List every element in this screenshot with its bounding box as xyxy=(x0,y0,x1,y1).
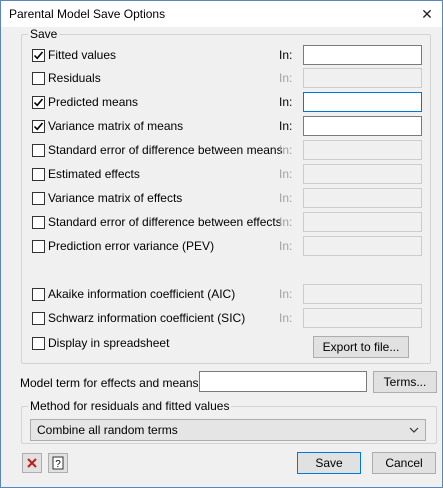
window-title: Parental Model Save Options xyxy=(9,7,166,21)
export-to-file-button[interactable]: Export to file... xyxy=(313,336,409,358)
clear-button[interactable] xyxy=(22,453,42,473)
method-select[interactable]: Combine all random terms xyxy=(30,419,426,441)
close-icon[interactable]: ✕ xyxy=(416,3,438,25)
save-in-input[interactable] xyxy=(303,116,422,136)
save-option-label: Standard error of difference between mea… xyxy=(48,143,283,157)
dialog-window: Parental Model Save Options ✕ Save Displ… xyxy=(0,0,443,488)
save-option-checkbox[interactable] xyxy=(32,168,45,181)
in-label: In: xyxy=(279,311,293,325)
in-label: In: xyxy=(279,95,293,109)
save-option-checkbox[interactable] xyxy=(32,240,45,253)
save-option-label: Predicted means xyxy=(48,95,139,109)
save-option-checkbox[interactable] xyxy=(32,192,45,205)
method-group-legend: Method for residuals and fitted values xyxy=(28,399,232,413)
in-label: In: xyxy=(279,191,293,205)
save-option-label: Variance matrix of means xyxy=(48,119,184,133)
save-option-label: Residuals xyxy=(48,71,101,85)
chevron-down-icon xyxy=(409,420,419,446)
save-in-input[interactable] xyxy=(303,92,422,112)
save-option-checkbox[interactable] xyxy=(32,72,45,85)
model-term-input[interactable] xyxy=(199,371,367,392)
save-in-input[interactable] xyxy=(303,284,422,304)
save-in-input[interactable] xyxy=(303,212,422,232)
method-select-value: Combine all random terms xyxy=(37,423,178,437)
title-bar: Parental Model Save Options ✕ xyxy=(1,1,442,27)
in-label: In: xyxy=(279,119,293,133)
in-label: In: xyxy=(279,71,293,85)
save-in-input[interactable] xyxy=(303,308,422,328)
save-button[interactable]: Save xyxy=(297,452,361,474)
save-in-input[interactable] xyxy=(303,188,422,208)
save-option-label: Schwarz information coefficient (SIC) xyxy=(48,311,246,325)
cancel-button[interactable]: Cancel xyxy=(372,452,436,474)
help-button[interactable]: ? xyxy=(48,453,68,473)
save-option-label: Variance matrix of effects xyxy=(48,191,183,205)
terms-button[interactable]: Terms... xyxy=(373,371,437,393)
save-in-input[interactable] xyxy=(303,236,422,256)
save-option-checkbox[interactable] xyxy=(32,49,45,62)
in-label: In: xyxy=(279,287,293,301)
save-in-input[interactable] xyxy=(303,140,422,160)
save-option-checkbox[interactable] xyxy=(32,120,45,133)
save-in-input[interactable] xyxy=(303,164,422,184)
save-option-checkbox[interactable] xyxy=(32,96,45,109)
save-option-checkbox[interactable] xyxy=(32,288,45,301)
save-in-input[interactable] xyxy=(303,45,422,65)
save-in-input[interactable] xyxy=(303,68,422,88)
clear-x-icon xyxy=(27,458,37,468)
save-option-checkbox[interactable] xyxy=(32,216,45,229)
save-option-checkbox[interactable] xyxy=(32,144,45,157)
in-label: In: xyxy=(279,239,293,253)
display-spreadsheet-checkbox[interactable] xyxy=(32,337,45,350)
save-option-label: Fitted values xyxy=(48,48,117,62)
save-option-label: Akaike information coefficient (AIC) xyxy=(48,287,236,301)
help-icon: ? xyxy=(52,456,64,470)
in-label: In: xyxy=(279,143,293,157)
in-label: In: xyxy=(279,167,293,181)
in-label: In: xyxy=(279,215,293,229)
model-term-label: Model term for effects and means: xyxy=(20,376,202,390)
svg-text:?: ? xyxy=(55,459,61,470)
save-group-legend: Save xyxy=(28,27,60,41)
save-option-label: Prediction error variance (PEV) xyxy=(48,239,215,253)
save-option-label: Estimated effects xyxy=(48,167,140,181)
save-option-checkbox[interactable] xyxy=(32,312,45,325)
save-option-label: Standard error of difference between eff… xyxy=(48,215,282,229)
in-label: In: xyxy=(279,48,293,62)
display-spreadsheet-label: Display in spreadsheet xyxy=(48,336,170,350)
